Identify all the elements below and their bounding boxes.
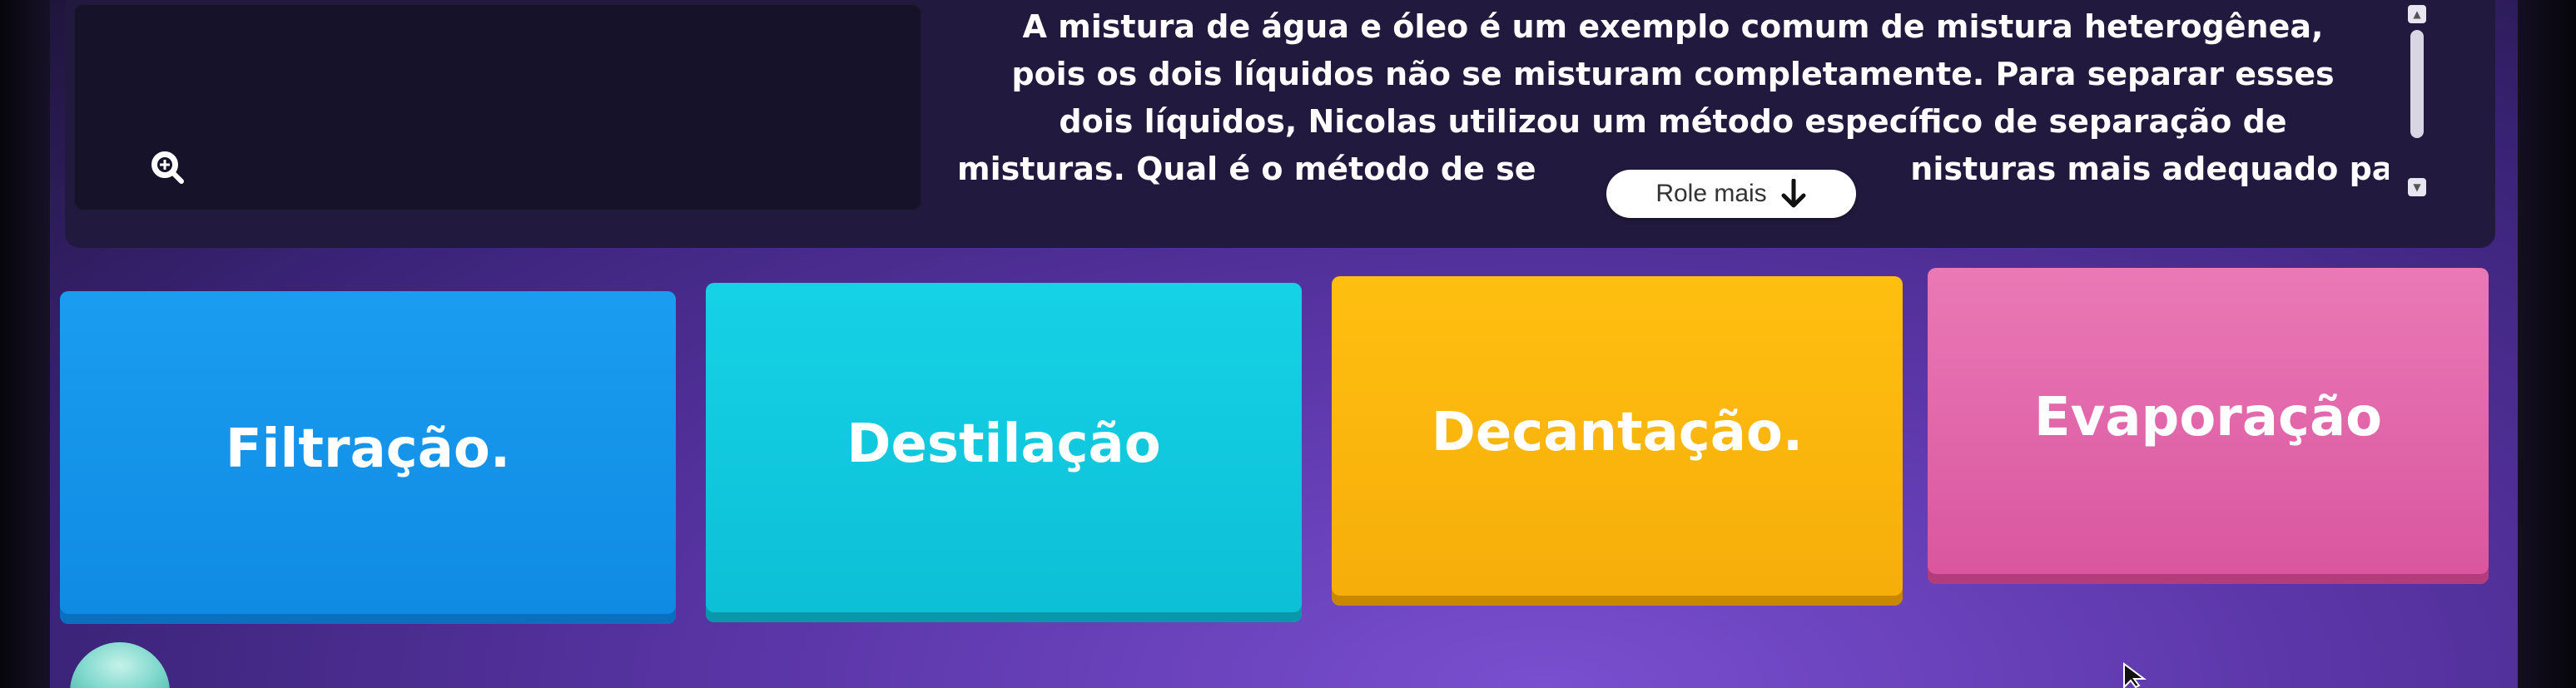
answer-option-destilacao[interactable]: Destilação bbox=[706, 283, 1302, 622]
player-avatar bbox=[70, 642, 170, 688]
scroll-more-button[interactable]: Role mais bbox=[1606, 170, 1856, 218]
screen-bezel-right bbox=[2518, 0, 2576, 688]
scroll-more-label: Role mais bbox=[1655, 180, 1767, 207]
screen-bezel-left bbox=[0, 0, 50, 688]
answer-option-evaporacao[interactable]: Evaporação bbox=[1928, 268, 2489, 584]
answer-label: Filtração. bbox=[225, 418, 511, 480]
answer-option-decantacao[interactable]: Decantação. bbox=[1332, 276, 1903, 606]
question-scrollbar[interactable]: ▲ ▼ bbox=[2408, 5, 2426, 196]
scroll-down-icon[interactable]: ▼ bbox=[2408, 178, 2426, 196]
mouse-cursor-icon bbox=[2123, 662, 2147, 688]
arrow-down-icon bbox=[1781, 179, 1806, 208]
answer-label: Evaporação bbox=[2033, 387, 2383, 448]
question-line: dois líquidos, Nicolas utilizou um métod… bbox=[1059, 103, 2287, 140]
answer-option-filtracao[interactable]: Filtração. bbox=[60, 291, 676, 624]
question-line: A mistura de água e óleo é um exemplo co… bbox=[1022, 8, 2324, 45]
scrollbar-thumb[interactable] bbox=[2410, 30, 2424, 138]
zoom-in-icon[interactable] bbox=[148, 148, 185, 185]
question-line: pois os dois líquidos não se misturam co… bbox=[1011, 56, 2335, 92]
answer-label: Destilação bbox=[846, 413, 1161, 475]
scroll-up-icon[interactable]: ▲ bbox=[2408, 5, 2426, 23]
answer-label: Decantação. bbox=[1431, 402, 1804, 463]
question-media[interactable] bbox=[73, 3, 922, 211]
